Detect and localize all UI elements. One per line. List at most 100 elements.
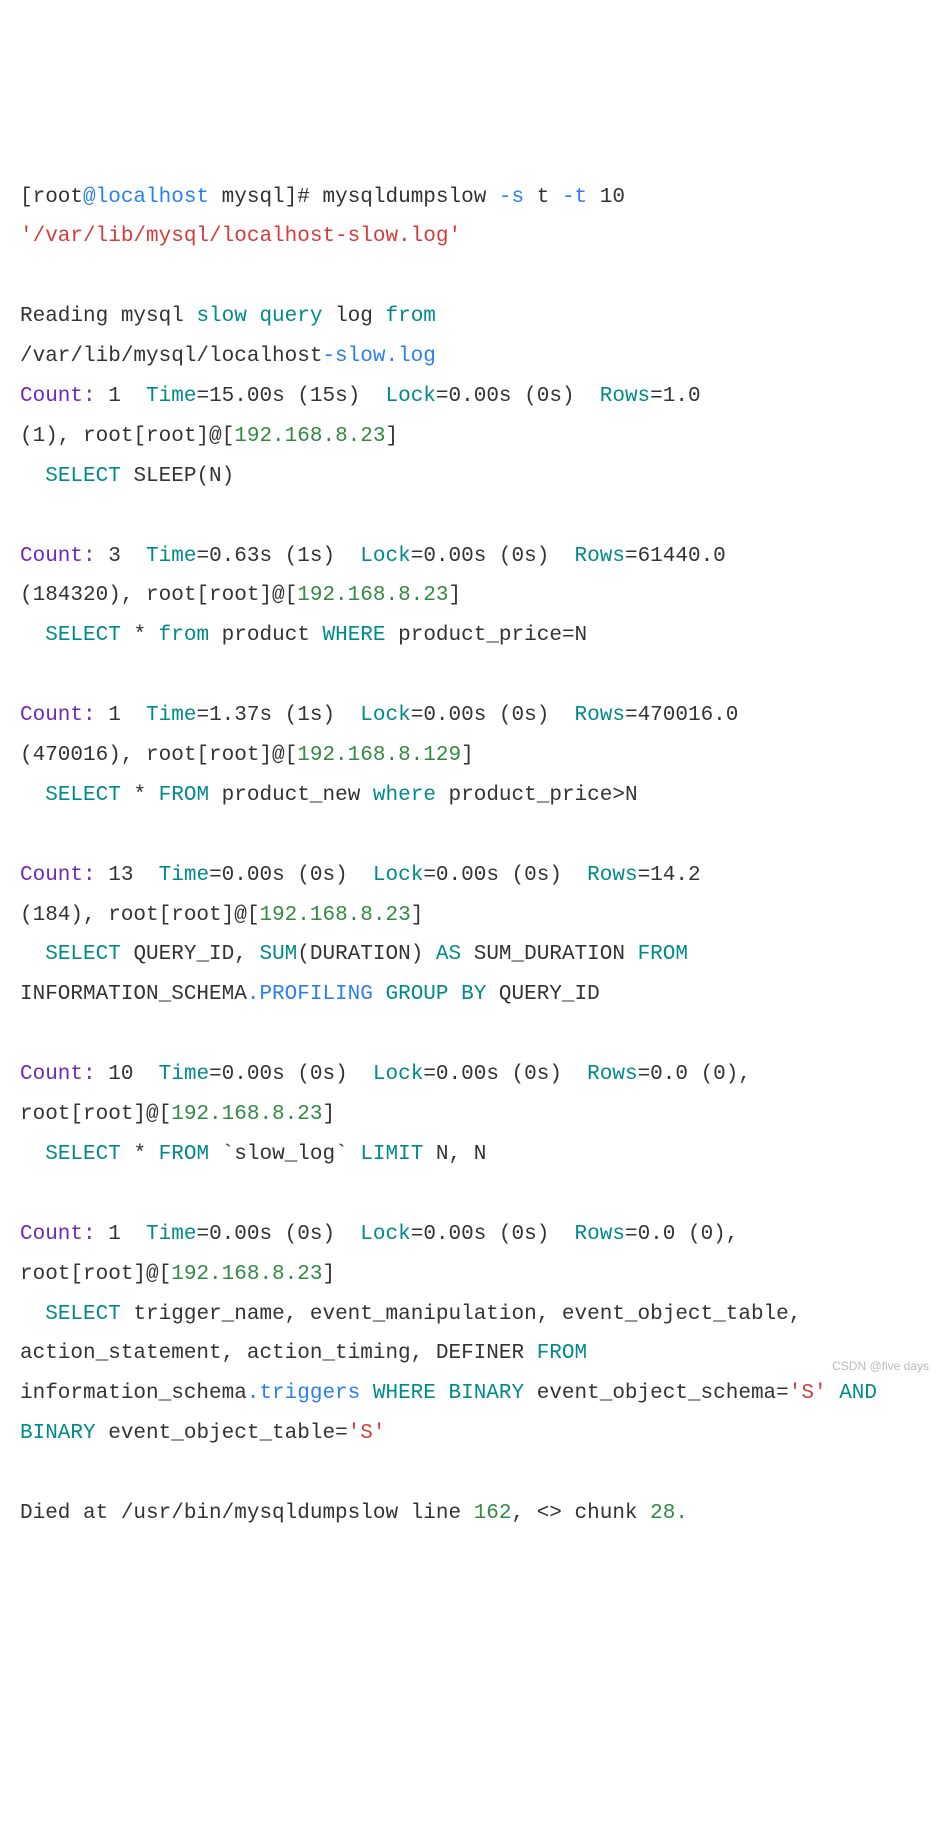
- e3-lock-label: Lock: [360, 704, 410, 727]
- cmd-arg-s: t: [524, 186, 562, 209]
- e4-line2b: ]: [411, 904, 424, 927]
- cmd-arg-t: 10: [587, 186, 625, 209]
- e6-time: =0.00s (0s): [196, 1223, 360, 1246]
- e6-sql12: event_object_table=: [96, 1422, 348, 1445]
- e5-select: SELECT: [45, 1143, 121, 1166]
- e6-line2b: ]: [322, 1263, 335, 1286]
- e1-line2b: ]: [385, 425, 398, 448]
- e3-ip: 192.168.8.129: [297, 744, 461, 767]
- e4-groupby: GROUP BY: [385, 983, 486, 1006]
- e4-rows: =14.2: [638, 864, 701, 887]
- e4-sql6: SUM_DURATION: [461, 943, 637, 966]
- e1-rows: =1.0: [650, 385, 700, 408]
- e3-rows-label: Rows: [575, 704, 625, 727]
- e2-where: WHERE: [323, 624, 386, 647]
- e6-time-label: Time: [146, 1223, 196, 1246]
- e5-sql4: `slow_log`: [209, 1143, 360, 1166]
- e3-select: SELECT: [45, 784, 121, 807]
- reading-line1c: log: [322, 305, 385, 328]
- reading-line1a: Reading mysql: [20, 305, 196, 328]
- e6-count: 1: [96, 1223, 146, 1246]
- e3-lock: =0.00s (0s): [411, 704, 575, 727]
- cmd-name: mysqldumpslow: [322, 186, 498, 209]
- e4-time-label: Time: [159, 864, 209, 887]
- reading-line1d: from: [385, 305, 435, 328]
- e2-time: =0.63s (1s): [196, 545, 360, 568]
- cmd-flag-t: -t: [562, 186, 587, 209]
- e4-sql2: QUERY_ID,: [121, 943, 260, 966]
- e2-rows: =61440.0: [625, 545, 726, 568]
- e3-count: 1: [96, 704, 146, 727]
- e4-sql4: (DURATION): [297, 943, 436, 966]
- e6-ip: 192.168.8.23: [171, 1263, 322, 1286]
- e5-rows-label: Rows: [587, 1063, 637, 1086]
- e1-ip: 192.168.8.23: [234, 425, 385, 448]
- e2-rows-label: Rows: [575, 545, 625, 568]
- e4-lock-label: Lock: [373, 864, 423, 887]
- reading-line2c: .log: [385, 345, 435, 368]
- e6-sql2: trigger_name, event_manipulation, event_…: [20, 1303, 814, 1366]
- e2-count: 3: [96, 545, 146, 568]
- died-d: 28.: [650, 1502, 688, 1525]
- watermark-text: CSDN @five days: [832, 1355, 929, 1378]
- e5-count: 10: [96, 1063, 159, 1086]
- cmd-logpath: '/var/lib/mysql/localhost-slow.log': [20, 225, 461, 248]
- e3-from: FROM: [159, 784, 209, 807]
- e6-rows: =0.0 (0),: [625, 1223, 738, 1246]
- e4-rows-label: Rows: [587, 864, 637, 887]
- died-b: 162: [474, 1502, 512, 1525]
- e2-count-label: Count:: [20, 545, 96, 568]
- prompt-path: mysql: [209, 186, 285, 209]
- e4-sp: [373, 983, 386, 1006]
- reading-line1b: slow query: [196, 305, 322, 328]
- prompt-host: @localhost: [83, 186, 209, 209]
- e2-ip: 192.168.8.23: [297, 584, 448, 607]
- e1-select: SELECT: [45, 465, 121, 488]
- e1-time-label: Time: [146, 385, 196, 408]
- e2-lock-label: Lock: [360, 545, 410, 568]
- e6-wherebin: WHERE BINARY: [373, 1382, 524, 1405]
- e4-queryid: QUERY_ID: [486, 983, 599, 1006]
- e4-count-label: Count:: [20, 864, 96, 887]
- reading-line2a: /var/lib/mysql/localhost: [20, 345, 322, 368]
- e6-select: SELECT: [45, 1303, 121, 1326]
- e2-select: SELECT: [45, 624, 121, 647]
- e1-count: 1: [96, 385, 146, 408]
- e6-rows-label: Rows: [575, 1223, 625, 1246]
- e2-line2b: ]: [448, 584, 461, 607]
- prompt-close: ]#: [285, 186, 323, 209]
- e2-lock: =0.00s (0s): [411, 545, 575, 568]
- e5-lock-label: Lock: [373, 1063, 423, 1086]
- e4-lock: =0.00s (0s): [423, 864, 587, 887]
- reading-line2b: -slow: [322, 345, 385, 368]
- e1-sql: SLEEP(N): [121, 465, 234, 488]
- e5-sql2: *: [121, 1143, 159, 1166]
- died-a: Died at /usr/bin/mysqldumpslow line: [20, 1502, 474, 1525]
- e2-sql3: product_price=N: [386, 624, 588, 647]
- e3-sql1: *: [121, 784, 159, 807]
- e4-line2a: (184), root[root]@[: [20, 904, 259, 927]
- e6-triggers: .triggers: [247, 1382, 360, 1405]
- e5-rows: =0.0 (0),: [638, 1063, 751, 1086]
- e5-time-label: Time: [159, 1063, 209, 1086]
- e1-line2a: (1), root[root]@[: [20, 425, 234, 448]
- died-c: , <> chunk: [512, 1502, 651, 1525]
- e6-count-label: Count:: [20, 1223, 96, 1246]
- e2-sql2: product: [209, 624, 322, 647]
- e4-as: AS: [436, 943, 461, 966]
- e6-from: FROM: [537, 1342, 587, 1365]
- e1-count-label: Count:: [20, 385, 96, 408]
- e5-time: =0.00s (0s): [209, 1063, 373, 1086]
- e3-where: where: [373, 784, 436, 807]
- e5-lock: =0.00s (0s): [423, 1063, 587, 1086]
- e5-line2a: root[root]@[: [20, 1103, 171, 1126]
- e4-count: 13: [96, 864, 159, 887]
- e5-from: FROM: [159, 1143, 209, 1166]
- e5-sql6: N, N: [423, 1143, 486, 1166]
- e6-s1: 'S': [789, 1382, 827, 1405]
- e4-profiling: .PROFILING: [247, 983, 373, 1006]
- e3-count-label: Count:: [20, 704, 96, 727]
- e4-time: =0.00s (0s): [209, 864, 373, 887]
- e3-sql3: product_price>N: [436, 784, 638, 807]
- e1-lock: =0.00s (0s): [436, 385, 600, 408]
